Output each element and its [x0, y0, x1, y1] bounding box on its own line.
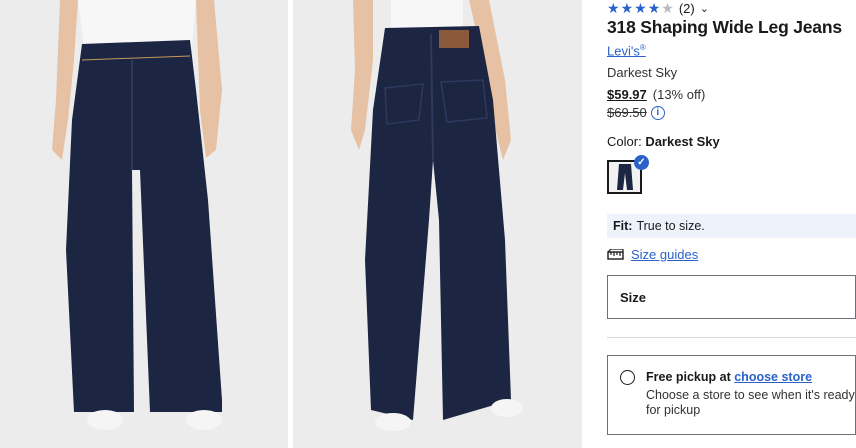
pickup-title: Free pickup at choose store [646, 370, 813, 384]
product-image-front[interactable] [0, 0, 288, 448]
star-rating: ★ ★ ★ ★ ★ [607, 1, 674, 15]
rating-summary[interactable]: ★ ★ ★ ★ ★ (2) ⌄ [607, 0, 709, 16]
brand-link[interactable]: Levi's® [607, 43, 646, 58]
chevron-down-icon[interactable]: ⌄ [700, 2, 709, 15]
sale-price: $59.97 [607, 87, 647, 102]
star-icon: ★ [607, 0, 620, 16]
size-guides-link-row[interactable]: Size guides [607, 247, 698, 262]
product-info-panel: ★ ★ ★ ★ ★ (2) ⌄ 318 Shaping Wide Leg Jea… [607, 0, 856, 448]
original-price-row: $69.50 i [607, 105, 665, 120]
pickup-radio[interactable] [620, 370, 635, 385]
product-color-name: Darkest Sky [607, 65, 678, 80]
selected-check-icon: ✓ [634, 155, 649, 170]
selected-color-name: Darkest Sky [645, 134, 720, 149]
jeans-back-illustration [293, 0, 582, 448]
discount-percent: (13% off) [652, 87, 706, 102]
choose-store-link[interactable]: choose store [734, 370, 812, 384]
pickup-option[interactable]: Free pickup at choose store Choose a sto… [607, 355, 856, 435]
price-row: $59.97 (13% off) [607, 87, 705, 102]
pickup-description: Choose a store to see when it's ready fo… [646, 388, 855, 417]
color-label: Color: Darkest Sky [607, 134, 720, 149]
original-price: $69.50 [607, 105, 647, 120]
star-icon: ★ [634, 0, 647, 16]
product-image-back[interactable] [293, 0, 582, 448]
review-count: (2) [678, 0, 695, 16]
jeans-front-illustration [0, 0, 288, 448]
star-empty-icon: ★ [661, 0, 674, 16]
fit-value: True to size. [636, 219, 705, 233]
section-divider [607, 337, 856, 338]
star-icon: ★ [620, 0, 634, 16]
size-label: Size [620, 289, 647, 305]
product-title: 318 Shaping Wide Leg Jeans [607, 17, 842, 37]
info-icon[interactable]: i [650, 105, 665, 120]
star-icon: ★ [647, 0, 661, 16]
ruler-icon [607, 248, 624, 260]
swatch-jeans-thumbnail [616, 164, 633, 190]
fit-info: Fit: True to size. [607, 214, 856, 238]
size-selector[interactable]: Size [607, 275, 856, 319]
fit-label: Fit: [613, 219, 633, 233]
size-guides-link[interactable]: Size guides [631, 247, 698, 262]
